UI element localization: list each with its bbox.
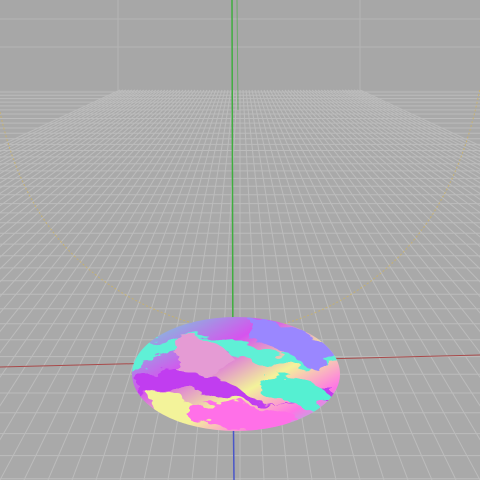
viewport-canvas[interactable] [0,0,480,480]
viewport-background [0,0,480,92]
3d-viewport[interactable] [0,0,480,480]
